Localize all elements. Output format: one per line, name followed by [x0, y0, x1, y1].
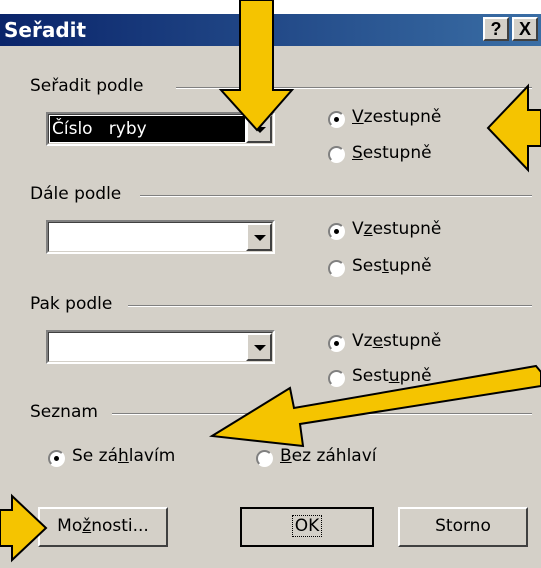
arrow-left-icon [486, 83, 541, 173]
arrow-diagonal-icon [208, 364, 541, 448]
annotation-arrows [0, 0, 541, 563]
arrow-right-icon [0, 493, 48, 563]
arrow-down-icon [218, 0, 295, 132]
